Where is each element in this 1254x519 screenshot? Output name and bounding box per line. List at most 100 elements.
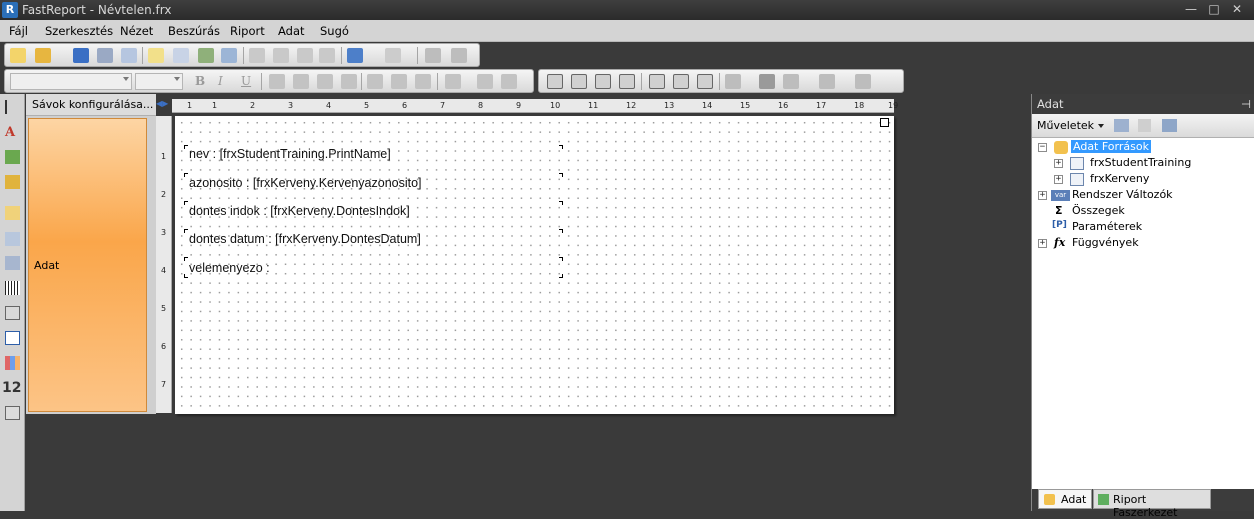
line-style-icon[interactable]	[855, 74, 871, 89]
new-report-icon[interactable]	[10, 48, 26, 63]
fill-props-icon[interactable]	[759, 74, 775, 89]
border-right-icon[interactable]	[619, 74, 635, 89]
save-icon[interactable]	[73, 48, 89, 63]
line-width-icon[interactable]	[819, 74, 835, 89]
copy-icon[interactable]	[273, 48, 289, 63]
preview-icon[interactable]	[121, 48, 137, 63]
expand-icon[interactable]: +	[1054, 159, 1063, 168]
open-folder-icon[interactable]	[35, 48, 51, 63]
align-justify-icon[interactable]	[341, 74, 357, 89]
valign-middle-icon[interactable]	[391, 74, 407, 89]
border-shadow-icon[interactable]	[697, 74, 713, 89]
menu-edit[interactable]: Szerkesztés	[45, 24, 113, 38]
underline-button[interactable]: U	[241, 74, 251, 88]
valign-top-icon[interactable]	[367, 74, 383, 89]
menu-report[interactable]: Riport	[230, 24, 265, 38]
report-page[interactable]: nev : [frxStudentTraining.PrintName] azo…	[175, 116, 894, 414]
rotate-icon[interactable]	[501, 74, 517, 89]
menu-view[interactable]: Nézet	[120, 24, 153, 38]
text-object-icon[interactable]: A	[5, 125, 20, 140]
tree-node-data-sources[interactable]: − Adat Források	[1038, 140, 1248, 156]
tree-node-parameters[interactable]: [P] Paraméterek	[1038, 220, 1248, 236]
menu-help[interactable]: Sugó	[320, 24, 349, 38]
text-field-dontes-datum[interactable]: dontes datum : [frxKerveny.DontesDatum]	[189, 232, 421, 246]
fill-color-icon[interactable]	[725, 74, 741, 89]
text-color-icon[interactable]	[445, 74, 461, 89]
subreport-icon[interactable]	[5, 206, 20, 220]
tab-data[interactable]: Adat	[1038, 489, 1092, 509]
ruler-number: 17	[816, 101, 827, 110]
text-field-azonosito[interactable]: azonosito : [frxKerveny.Kervenyazonosito…	[189, 176, 422, 190]
new-page-icon[interactable]	[148, 48, 164, 63]
chevron-down-icon[interactable]	[1098, 124, 1104, 128]
font-name-combo[interactable]	[10, 73, 132, 90]
tree-node-functions[interactable]: + fx Függvények	[1038, 236, 1248, 252]
delete-data-icon[interactable]	[1138, 119, 1151, 132]
menu-data[interactable]: Adat	[278, 24, 305, 38]
tree-node-totals[interactable]: Σ Összegek	[1038, 204, 1248, 220]
align-right-icon[interactable]	[317, 74, 333, 89]
group-icon[interactable]	[425, 48, 441, 63]
tree-node-kerveny[interactable]: + frxKerveny	[1054, 172, 1244, 188]
page-setup-icon[interactable]	[198, 48, 214, 63]
border-all-icon[interactable]	[649, 74, 665, 89]
expand-icon[interactable]: +	[1054, 175, 1063, 184]
menu-file[interactable]: Fájl	[9, 24, 28, 38]
band-menu-icon[interactable]	[880, 118, 889, 127]
new-dialog-icon[interactable]	[173, 48, 189, 63]
tab-report-tree[interactable]: Riport Faszerkezet	[1093, 489, 1211, 519]
ungroup-icon[interactable]	[451, 48, 467, 63]
band-config-header[interactable]: Sávok konfigurálása...	[26, 94, 156, 116]
cellular-text-icon[interactable]	[5, 406, 20, 420]
table-object-icon[interactable]	[5, 232, 20, 246]
border-bottom-icon[interactable]	[571, 74, 587, 89]
valign-bottom-icon[interactable]	[415, 74, 431, 89]
zip-code-icon[interactable]: 12	[2, 380, 21, 396]
border-none-icon[interactable]	[673, 74, 689, 89]
chart-object-icon[interactable]	[5, 356, 20, 370]
border-left-icon[interactable]	[595, 74, 611, 89]
save-all-icon[interactable]	[97, 48, 113, 63]
undo-icon[interactable]	[347, 48, 363, 63]
font-size-combo[interactable]	[135, 73, 183, 90]
line-color-icon[interactable]	[783, 74, 799, 89]
data-panel-tabs: Adat Riport Faszerkezet	[1032, 489, 1254, 519]
maximize-button[interactable]: □	[1203, 2, 1225, 18]
redo-icon[interactable]	[385, 48, 401, 63]
highlight-icon[interactable]	[477, 74, 493, 89]
actions-dropdown[interactable]: Műveletek	[1037, 119, 1094, 132]
paste-icon[interactable]	[297, 48, 313, 63]
italic-button[interactable]: I	[218, 74, 223, 88]
text-field-nev[interactable]: nev : [frxStudentTraining.PrintName]	[189, 147, 391, 161]
tree-node-system-variables[interactable]: + var Rendszer Változók	[1038, 188, 1248, 204]
select-pointer-icon[interactable]	[5, 100, 20, 114]
format-painter-icon[interactable]	[319, 48, 335, 63]
menu-insert[interactable]: Beszúrás	[168, 24, 220, 38]
text-field-velemenyezo[interactable]: velemenyezo :	[189, 261, 270, 275]
matrix-object-icon[interactable]	[5, 256, 20, 270]
edit-data-icon[interactable]	[1114, 119, 1129, 132]
border-top-icon[interactable]	[547, 74, 563, 89]
tree-node-student-training[interactable]: + frxStudentTraining	[1054, 156, 1244, 172]
minimize-button[interactable]: —	[1180, 2, 1202, 18]
collapse-icon[interactable]: −	[1038, 143, 1047, 152]
align-left-icon[interactable]	[269, 74, 285, 89]
checkbox-object-icon[interactable]	[5, 331, 20, 345]
delete-page-icon[interactable]	[221, 48, 237, 63]
barcode-icon[interactable]	[5, 281, 20, 295]
border-toolbar	[538, 69, 904, 93]
view-data-icon[interactable]	[1162, 119, 1177, 132]
bold-button[interactable]: B	[195, 74, 205, 88]
panel-resize-arrows-icon[interactable]: ◀▶	[156, 99, 168, 108]
picture-object-icon[interactable]	[5, 150, 20, 164]
align-center-icon[interactable]	[293, 74, 309, 89]
shape-object-icon[interactable]	[5, 175, 20, 189]
expand-icon[interactable]: +	[1038, 191, 1047, 200]
pin-icon[interactable]: ⊣	[1241, 97, 1251, 111]
close-button[interactable]: ✕	[1226, 2, 1248, 18]
rich-text-icon[interactable]	[5, 306, 20, 320]
cut-icon[interactable]	[249, 48, 265, 63]
expand-icon[interactable]: +	[1038, 239, 1047, 248]
data-band[interactable]: Adat	[28, 118, 147, 412]
text-field-dontes-indok[interactable]: dontes indok : [frxKerveny.DontesIndok]	[189, 204, 410, 218]
